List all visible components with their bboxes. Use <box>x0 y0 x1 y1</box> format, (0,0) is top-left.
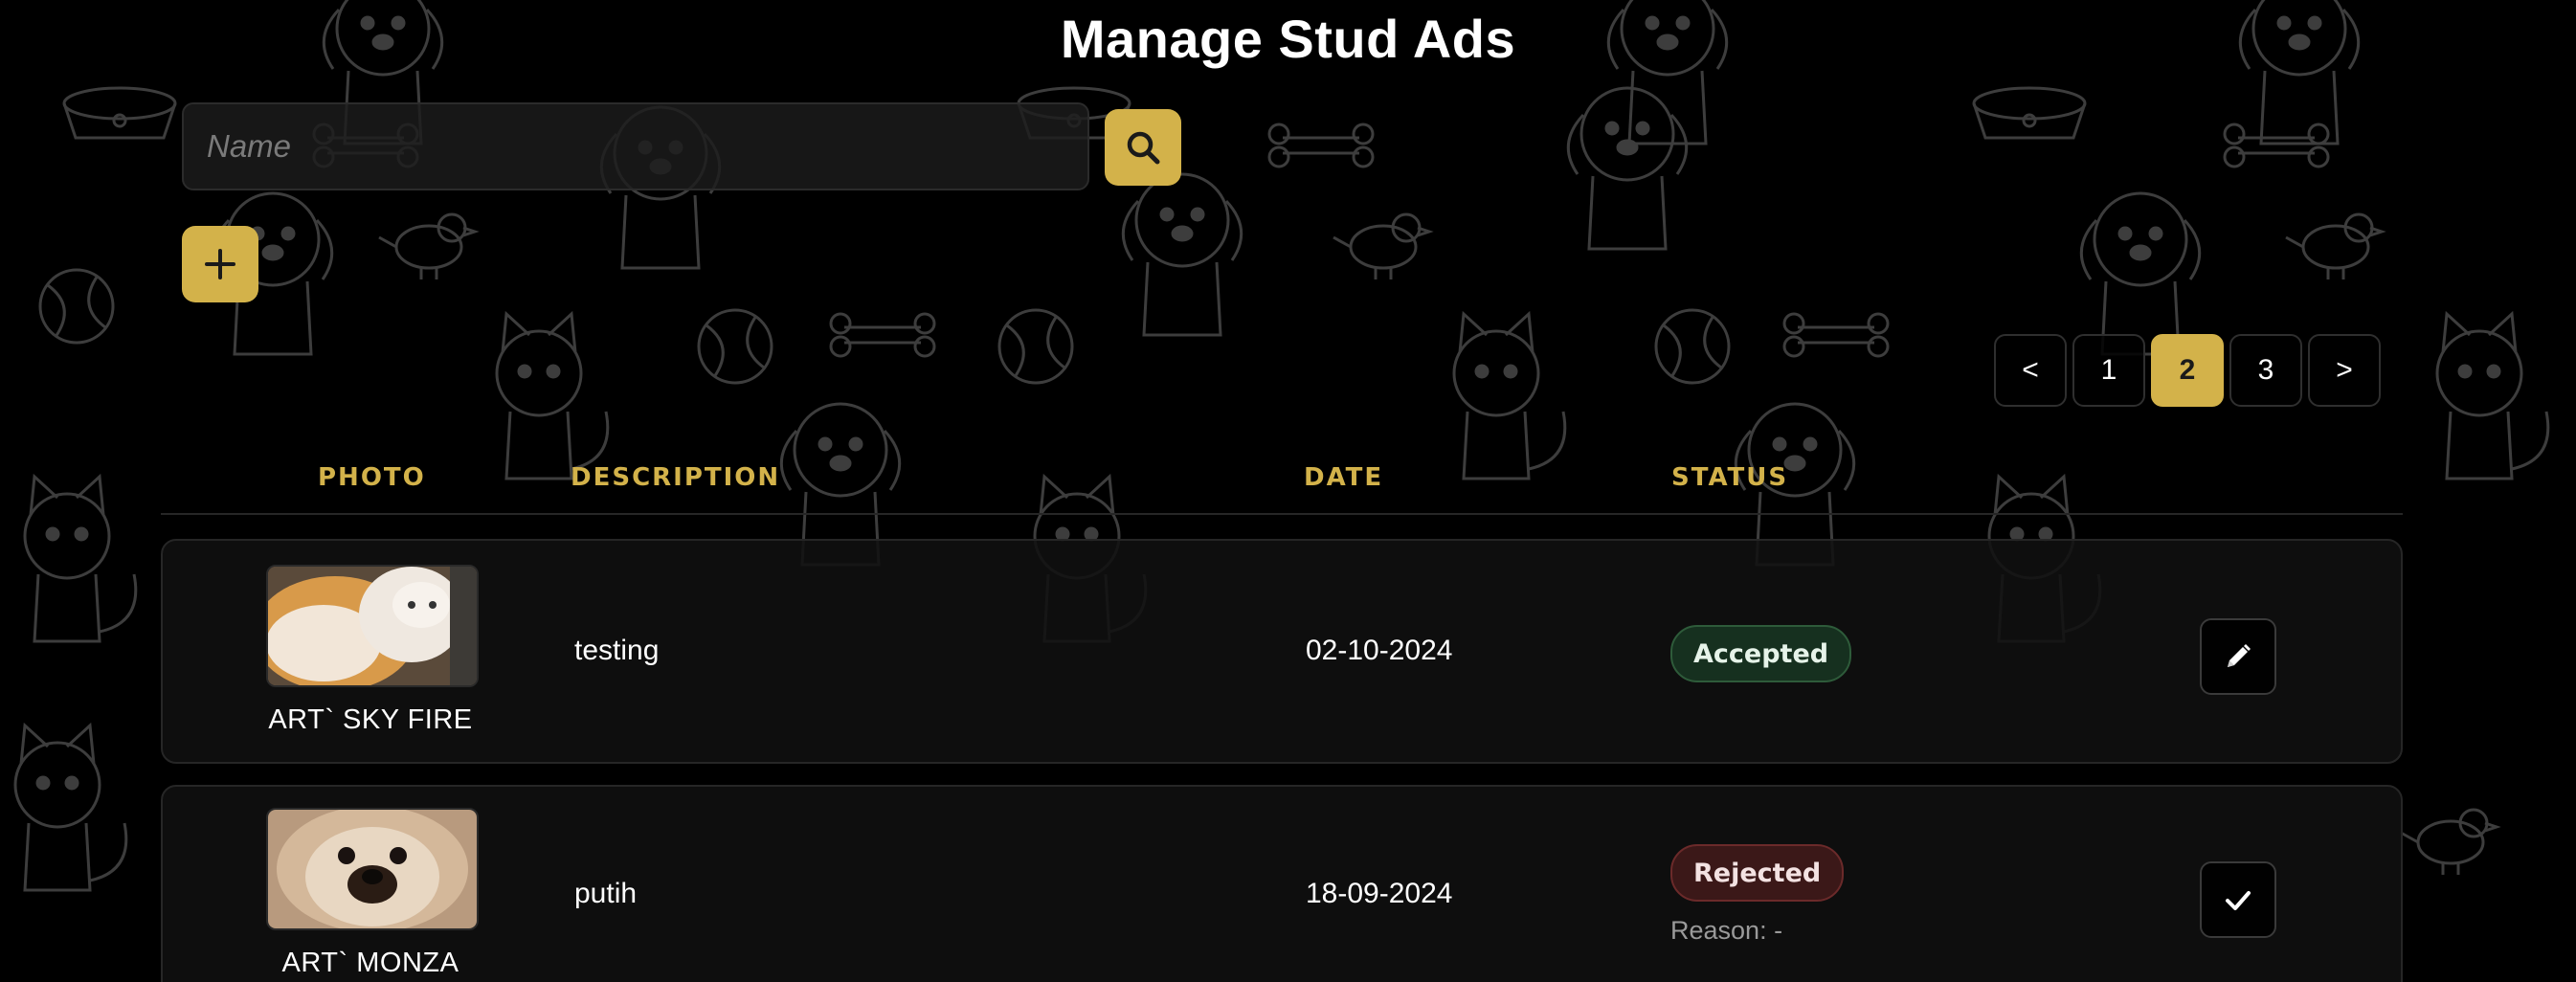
add-ad-button[interactable] <box>182 226 258 302</box>
pagination: < 1 2 3 > <box>1994 334 2381 407</box>
pagination-page-3[interactable]: 3 <box>2229 334 2302 407</box>
edit-button[interactable] <box>2200 618 2276 695</box>
column-header-description: DESCRIPTION <box>571 463 781 492</box>
pencil-icon <box>2228 644 2251 667</box>
check-icon <box>2226 891 2251 910</box>
search-field-container <box>182 102 1089 190</box>
pagination-next-button[interactable]: > <box>2308 334 2381 407</box>
column-header-status: STATUS <box>1671 463 1789 492</box>
pagination-page-1[interactable]: 1 <box>2072 334 2145 407</box>
pet-photo[interactable] <box>266 808 479 930</box>
pet-name: ART` MONZA <box>281 948 459 978</box>
column-header-photo: PHOTO <box>318 463 426 492</box>
search-icon <box>1127 131 1160 165</box>
column-header-date: DATE <box>1304 463 1384 492</box>
table-row: ART` MONZA putih 18-09-2024 Rejected Rea… <box>161 785 2403 982</box>
table-row: ART` SKY FIRE testing 02-10-2024 Accepte… <box>161 539 2403 764</box>
rejection-reason: Reason: - <box>1670 916 1783 945</box>
pet-photo-image <box>268 810 477 928</box>
ad-description: testing <box>574 635 660 666</box>
search-button[interactable] <box>1105 109 1181 186</box>
table-header: PHOTO DESCRIPTION DATE STATUS <box>161 450 2403 515</box>
ad-date: 02-10-2024 <box>1306 635 1453 666</box>
page: Manage Stud Ads < 1 2 3 > PHOTO DESCRIPT… <box>0 0 2576 982</box>
ad-date: 18-09-2024 <box>1306 878 1453 909</box>
approve-button[interactable] <box>2200 861 2276 938</box>
status-badge-rejected: Rejected <box>1670 844 1845 902</box>
pet-photo-image <box>268 567 477 685</box>
status-badge-accepted: Accepted <box>1670 625 1852 682</box>
search-input[interactable] <box>184 104 1087 189</box>
pet-photo[interactable] <box>266 565 479 687</box>
plus-icon <box>205 249 235 279</box>
pet-name: ART` SKY FIRE <box>268 704 473 735</box>
pagination-prev-button[interactable]: < <box>1994 334 2067 407</box>
page-title: Manage Stud Ads <box>1060 9 1516 69</box>
ad-description: putih <box>574 878 638 909</box>
pagination-page-2[interactable]: 2 <box>2151 334 2224 407</box>
